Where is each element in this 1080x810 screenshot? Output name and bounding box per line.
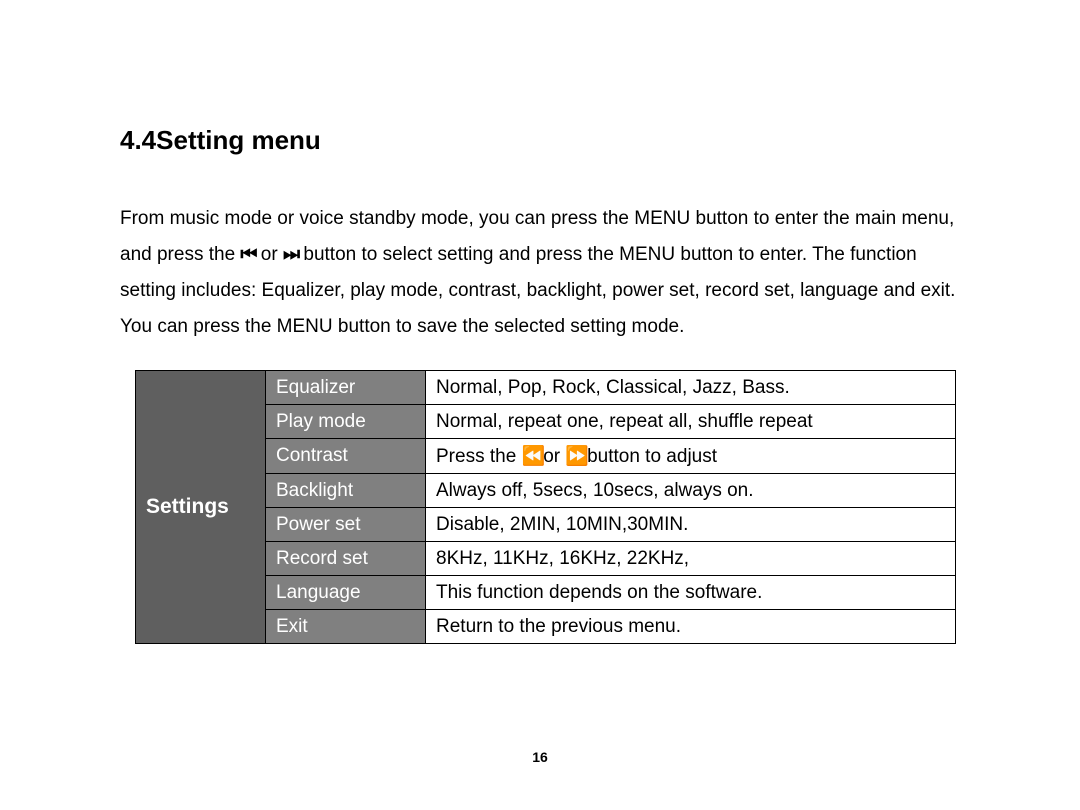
setting-value: Return to the previous menu. [426, 610, 956, 644]
prev-track-icon: ⏮ [240, 237, 255, 273]
setting-value: Always off, 5secs, 10secs, always on. [426, 474, 956, 508]
setting-value: 8KHz, 11KHz, 16KHz, 22KHz, [426, 542, 956, 576]
setting-value: This function depends on the software. [426, 576, 956, 610]
setting-label: Play mode [266, 405, 426, 439]
setting-label: Record set [266, 542, 426, 576]
rewind-icon: ⏪ [522, 444, 544, 468]
value-text-mid: or [543, 446, 565, 467]
next-track-icon: ⏭ [283, 237, 298, 273]
setting-label: Backlight [266, 474, 426, 508]
value-text-pre: Press the [436, 446, 522, 467]
setting-value: Press the ⏪or ⏩button to adjust [426, 439, 956, 474]
setting-value: Disable, 2MIN, 10MIN,30MIN. [426, 508, 956, 542]
settings-table: Settings Equalizer Normal, Pop, Rock, Cl… [135, 370, 956, 644]
table-row: Settings Equalizer Normal, Pop, Rock, Cl… [136, 371, 956, 405]
value-text-post: button to adjust [587, 446, 717, 467]
setting-label: Equalizer [266, 371, 426, 405]
settings-rowspan-header: Settings [136, 371, 266, 644]
setting-label: Power set [266, 508, 426, 542]
setting-value: Normal, repeat one, repeat all, shuffle … [426, 405, 956, 439]
setting-label: Language [266, 576, 426, 610]
section-heading: 4.4Setting menu [120, 125, 960, 156]
setting-value: Normal, Pop, Rock, Classical, Jazz, Bass… [426, 371, 956, 405]
para-text-mid: or [256, 244, 283, 265]
setting-label: Exit [266, 610, 426, 644]
setting-label: Contrast [266, 439, 426, 474]
page-number: 16 [0, 749, 1080, 765]
intro-paragraph: From music mode or voice standby mode, y… [120, 201, 960, 345]
fast-forward-icon: ⏩ [565, 444, 587, 468]
